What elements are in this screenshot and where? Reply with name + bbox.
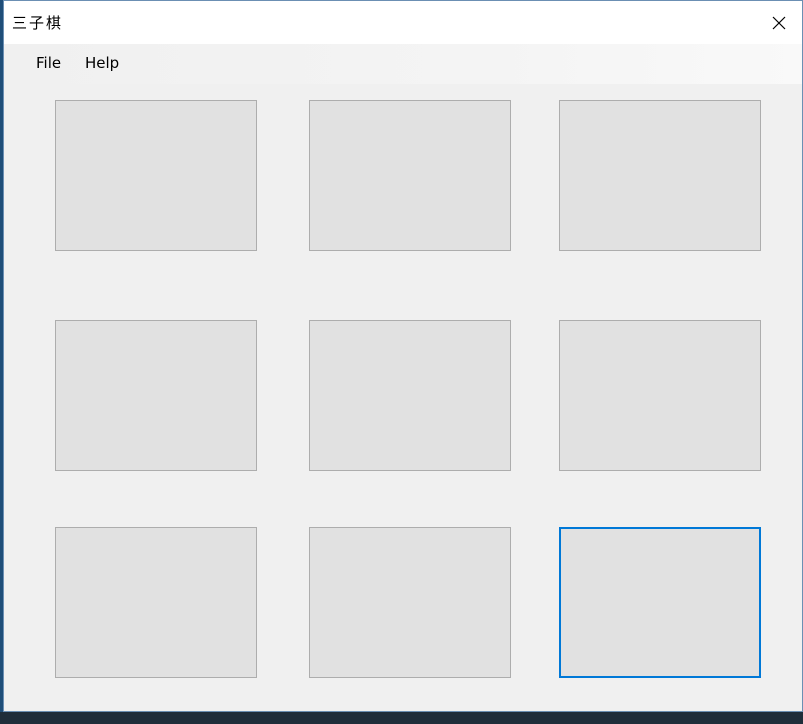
board-cell-3[interactable] xyxy=(559,100,761,251)
close-icon xyxy=(772,16,786,29)
cell-mark xyxy=(56,321,256,470)
menu-help[interactable]: Help xyxy=(81,54,123,72)
board-cell-6[interactable] xyxy=(559,320,761,471)
close-button[interactable] xyxy=(756,1,802,44)
desktop-background-bottom xyxy=(0,712,803,724)
menu-file[interactable]: File xyxy=(32,54,65,72)
cell-mark xyxy=(561,529,759,676)
cell-mark xyxy=(310,101,510,250)
board-cell-2[interactable] xyxy=(309,100,511,251)
menu-bar: File Help xyxy=(4,44,802,84)
title-bar: 三子棋 xyxy=(4,1,802,44)
board-cell-7[interactable] xyxy=(55,527,257,678)
board-cell-9[interactable] xyxy=(559,527,761,678)
cell-mark xyxy=(560,321,760,470)
cell-mark xyxy=(56,528,256,677)
board-cell-8[interactable] xyxy=(309,527,511,678)
game-window: 三子棋 File Help xyxy=(3,0,803,712)
cell-mark xyxy=(310,321,510,470)
board-cell-5[interactable] xyxy=(309,320,511,471)
window-title: 三子棋 xyxy=(12,14,64,32)
cell-mark xyxy=(560,101,760,250)
cell-mark xyxy=(56,101,256,250)
board-cell-4[interactable] xyxy=(55,320,257,471)
cell-mark xyxy=(310,528,510,677)
board-cell-1[interactable] xyxy=(55,100,257,251)
